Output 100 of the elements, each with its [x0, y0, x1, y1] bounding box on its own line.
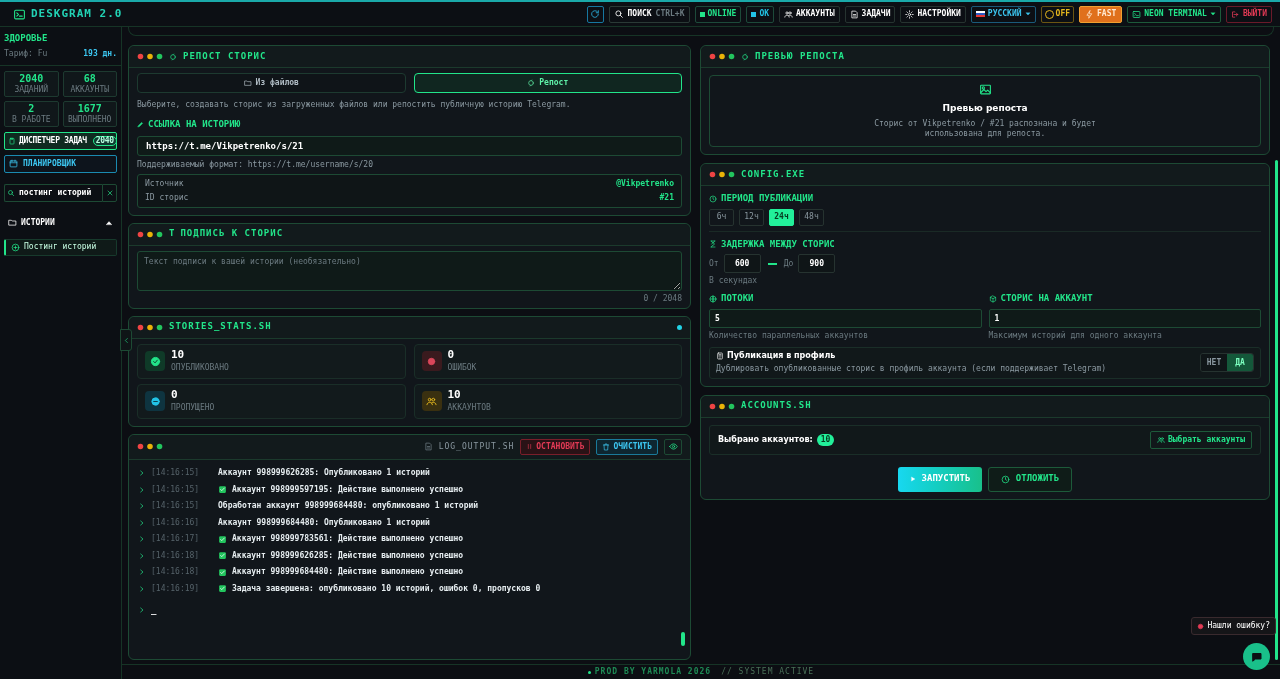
- stat-label: АККАУНТОВ: [447, 401, 491, 414]
- stat-label: ОШИБОК: [447, 361, 477, 374]
- profile-name: ЗДОРОВЬЕ: [4, 32, 49, 45]
- nav-button[interactable]: АККАУНТЫ: [779, 5, 840, 23]
- field-label: ПЕРИОД ПУБЛИКАЦИИ: [721, 192, 814, 205]
- record-icon: [1197, 622, 1205, 630]
- text-icon: T: [169, 227, 175, 241]
- period-option[interactable]: 24ч: [769, 208, 794, 226]
- window-controls-icon: [709, 171, 735, 178]
- clock-icon: [1000, 474, 1010, 484]
- calendar-icon: [9, 159, 18, 168]
- people-icon: [421, 391, 442, 411]
- number-field[interactable]: 1: [988, 308, 1261, 328]
- app-title: DESKGRAM 2.0: [31, 5, 123, 22]
- scrollbar-thumb: [681, 632, 685, 646]
- logo-icon: [13, 7, 26, 21]
- clipboard-icon: [8, 136, 16, 145]
- period-option[interactable]: 48ч: [799, 208, 824, 226]
- tree-folder[interactable]: ИСТОРИИ: [4, 216, 117, 229]
- language-dropdown[interactable]: РУССКИЙ: [970, 5, 1036, 23]
- caret-icon: [1209, 11, 1216, 17]
- log-message: Задача завершена: опубликовано 10 историй, ошибок 0, пропусков 0: [232, 582, 541, 595]
- selection-label: Выбрано аккаунтов:: [718, 433, 813, 446]
- description-text: Выберите, создавать сторис из загруженных файлов или репостить публичную историю Telegram.: [137, 99, 572, 111]
- log-message: Аккаунт 998999626285: Опубликовано 1 историй: [218, 467, 430, 480]
- people-icon: [1156, 435, 1165, 444]
- window-controls-icon: [137, 323, 163, 331]
- log-time: [14:16:19]: [151, 582, 201, 595]
- pause-icon: [526, 443, 534, 450]
- tariff-label: Тариф: Fu: [4, 47, 48, 60]
- caption-field[interactable]: Текст подписи к вашей истории (необязательно): [137, 250, 682, 291]
- link-field[interactable]: https://t.me/Vikpetrenko/s/21: [137, 135, 682, 156]
- stat-value: 10: [447, 388, 462, 400]
- select-accounts-button[interactable]: Выбрать аккаунты: [1149, 430, 1252, 449]
- stat-value: 0: [171, 388, 179, 400]
- log-message: Обработан аккаунт 998999684480: опубликовано 1 историй: [218, 500, 479, 513]
- stat-label: ВЫПОЛНЕНО: [68, 115, 112, 124]
- stat-label: ОПУБЛИКОВАНО: [171, 361, 229, 374]
- scheduler-button[interactable]: ПЛАНИРОВЩИК: [4, 154, 117, 173]
- logout-button[interactable]: ВЫЙТИ: [1225, 5, 1272, 23]
- clear-button[interactable]: [102, 183, 117, 202]
- cube-icon: [988, 294, 997, 303]
- chat-button[interactable]: [1243, 643, 1270, 670]
- log-message: Аккаунт 998999597195: Действие выполнено успешно: [232, 483, 464, 496]
- chat-icon: [1250, 650, 1263, 663]
- window-controls-icon: [137, 230, 163, 238]
- check-icon: [218, 534, 227, 544]
- circle-icon: [527, 79, 536, 87]
- count-badge: 2040: [92, 135, 117, 146]
- document-icon: [849, 9, 859, 19]
- close-icon: [105, 188, 114, 197]
- number-field[interactable]: 600: [723, 254, 761, 273]
- hint-text: Поддерживаемый формат: https://t.me/username/s/20: [137, 158, 374, 171]
- eye-icon: [668, 442, 678, 451]
- number-field[interactable]: 900: [798, 254, 836, 273]
- window-controls-icon: [137, 443, 163, 450]
- log-time: [14:16:18]: [151, 549, 201, 562]
- toggle-button[interactable]: OFF: [1040, 5, 1074, 23]
- hourglass-icon: [709, 240, 717, 249]
- search-icon: [7, 188, 15, 197]
- setting-title: Публикация в профиль: [727, 350, 836, 362]
- hint-text: Максимум историй для одного аккаунта: [988, 329, 1163, 342]
- tab[interactable]: Репост: [413, 73, 682, 93]
- nav-button[interactable]: ЗАДАЧИ: [844, 5, 896, 23]
- check-icon: [218, 485, 227, 495]
- search-label: ПОИСК: [627, 8, 652, 20]
- footer-status: // SYSTEM ACTIVE: [721, 666, 815, 678]
- period-option[interactable]: 12ч: [739, 208, 764, 226]
- segment-option[interactable]: ДА: [1227, 354, 1253, 371]
- theme-dropdown[interactable]: NEON TERMINAL: [1127, 5, 1221, 23]
- period-option[interactable]: 6ч: [709, 208, 734, 226]
- stat-value: 0: [447, 348, 456, 360]
- info-value: @Vikpetrenko: [616, 177, 674, 190]
- nav-button[interactable]: НАСТРОЙКИ: [900, 5, 966, 23]
- report-button[interactable]: Нашли ошибку?: [1191, 617, 1276, 635]
- task-dispatcher-button[interactable]: ДИСПЕТЧЕР ЗАДАЧ 2040: [4, 131, 117, 150]
- view-button[interactable]: [664, 438, 682, 455]
- stop-button[interactable]: ОСТАНОВИТЬ: [520, 438, 591, 455]
- clock-icon: [709, 194, 717, 203]
- search-field[interactable]: постинг историй: [4, 183, 102, 202]
- stat-label: ПРОПУЩЕНО: [171, 401, 215, 414]
- number-field[interactable]: 5: [709, 308, 982, 328]
- caret-icon: [1024, 11, 1031, 17]
- field-label: ССЫЛКА НА ИСТОРИЮ: [148, 118, 241, 131]
- check-icon: [145, 351, 165, 371]
- hint-text: Количество параллельных аккаунтов: [709, 329, 869, 342]
- panel-title: STORIES_STATS.SH: [169, 320, 273, 334]
- cursor-text: _: [151, 603, 157, 617]
- postpone-button[interactable]: ОТЛОЖИТЬ: [988, 466, 1072, 492]
- log-message: Аккаунт 998999626285: Действие выполнено успешно: [232, 549, 464, 562]
- check-icon: [218, 584, 227, 594]
- tree-item[interactable]: Постинг историй: [4, 238, 117, 256]
- refresh-button[interactable]: [586, 5, 604, 23]
- panel-title: РЕПОСТ СТОРИС: [183, 49, 267, 63]
- tab[interactable]: Из файлов: [137, 73, 406, 93]
- trash-icon: [602, 442, 611, 451]
- search-button[interactable]: ПОИСК CTRL+K: [608, 5, 690, 23]
- minus-icon: [145, 391, 165, 411]
- days-left: 193 дн.: [83, 47, 117, 60]
- clear-button[interactable]: ОЧИСТИТЬ: [596, 438, 658, 455]
